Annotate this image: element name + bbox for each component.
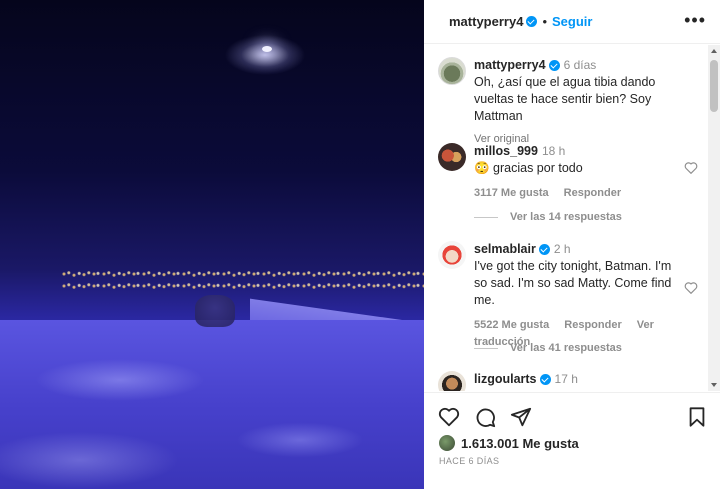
verified-icon [526,16,538,27]
comments-scrollbar[interactable] [708,45,720,391]
comment-text: I've got the city tonight, Batman. I'm s… [474,259,672,307]
avatar[interactable] [438,57,466,85]
view-replies-button[interactable]: Ver las 41 respuestas [474,342,622,354]
jacuzzi-water [0,320,424,489]
reply-button[interactable]: Responder [564,319,621,331]
scroll-up-arrow[interactable] [711,49,717,53]
likes-row[interactable]: 1.613.001 Me gusta [439,435,579,451]
post-time[interactable]: Hace 6 días [439,456,499,466]
heart-icon[interactable] [684,281,698,294]
likes-count[interactable]: 1.613.001 Me gusta [461,436,579,451]
follow-button[interactable]: Seguir [552,14,592,29]
post-photo [0,0,424,489]
city-lights [60,268,424,292]
verified-icon [538,244,550,256]
caption-time[interactable]: 6 días [564,58,597,72]
comment-text: 😳 gracias por todo [474,161,583,175]
more-icon[interactable]: ••• [684,11,706,29]
avatar[interactable] [438,371,466,391]
post-actions: 1.613.001 Me gusta Hace 6 días [424,392,720,489]
avatar[interactable] [438,241,466,269]
replies-line [474,347,498,349]
replies-line [474,216,498,218]
bookmark-icon[interactable] [686,406,708,428]
post-header: mattyperry4 • Seguir ••• [424,0,720,44]
comment-username[interactable]: lizgoularts [474,372,537,386]
scroll-thumb[interactable] [710,60,718,112]
moon [262,46,272,52]
comment-time[interactable]: 2 h [554,242,571,256]
comments-list[interactable]: mattyperry4 6 días Oh, ¿así que el agua t… [424,45,708,391]
heart-icon[interactable] [438,406,460,428]
caption-text: Oh, ¿así que el agua tibia dando vueltas… [474,75,656,123]
scroll-down-arrow[interactable] [711,383,717,387]
comment-username[interactable]: millos_999 [474,144,538,158]
header-username[interactable]: mattyperry4 [449,14,523,29]
avatar[interactable] [438,143,466,171]
comment-likes[interactable]: 5522 Me gusta [474,319,549,331]
verified-icon [548,60,560,72]
comment-time[interactable]: 18 h [542,144,565,158]
view-replies-button[interactable]: Ver las 14 respuestas [474,211,622,223]
heart-icon[interactable] [684,161,698,174]
comment-time[interactable]: 17 h [555,372,578,386]
verified-icon [539,374,551,386]
comment-icon[interactable] [474,406,496,428]
post-side-panel: mattyperry4 • Seguir ••• mattyperry4 6 dí… [424,0,720,489]
view-replies-label: Ver las 41 respuestas [510,342,622,354]
comment-meta: 3117 Me gusta Responder [474,185,684,202]
caption-username[interactable]: mattyperry4 [474,58,546,72]
avatar [439,435,455,451]
comment-likes[interactable]: 3117 Me gusta [474,187,549,199]
separator-dot: • [542,14,547,29]
view-replies-label: Ver las 14 respuestas [510,211,622,223]
comment-username[interactable]: selmablair [474,242,536,256]
share-icon[interactable] [510,406,532,428]
person-silhouette [195,295,235,327]
reply-button[interactable]: Responder [564,187,621,199]
